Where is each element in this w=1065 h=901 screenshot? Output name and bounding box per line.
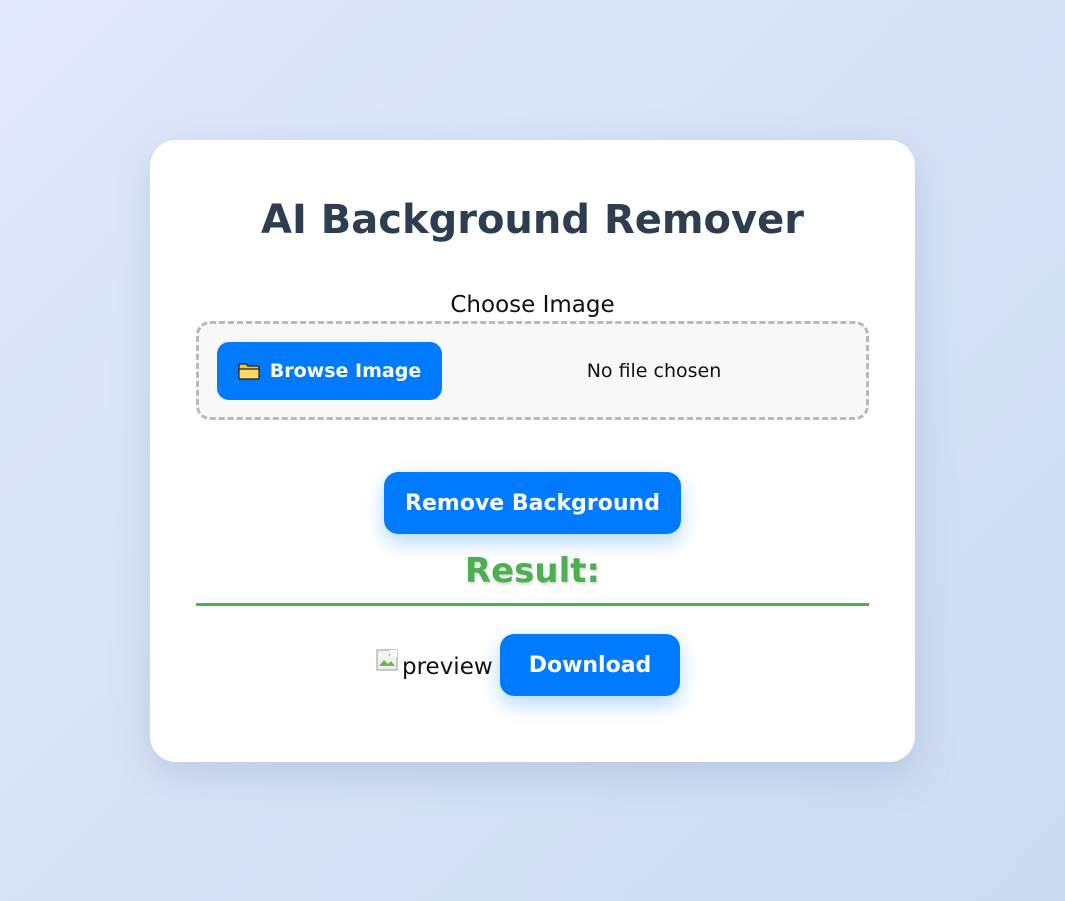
file-dropzone[interactable]: Browse Image No file chosen xyxy=(196,321,869,420)
main-card: AI Background Remover Choose Image Brows… xyxy=(150,140,915,762)
preview-image: preview xyxy=(376,649,493,685)
page-title: AI Background Remover xyxy=(261,197,804,243)
preview-alt-text: preview xyxy=(402,654,493,680)
result-divider xyxy=(196,603,869,606)
broken-image-icon xyxy=(376,649,400,673)
folder-icon xyxy=(238,362,260,380)
browse-image-label: Browse Image xyxy=(269,360,422,382)
choose-image-label: Choose Image xyxy=(450,292,615,318)
remove-background-button[interactable]: Remove Background xyxy=(384,472,681,534)
download-button[interactable]: Download xyxy=(500,634,680,696)
browse-image-button[interactable]: Browse Image xyxy=(217,342,442,400)
result-heading: Result: xyxy=(464,551,601,591)
file-status-text: No file chosen xyxy=(586,360,722,382)
